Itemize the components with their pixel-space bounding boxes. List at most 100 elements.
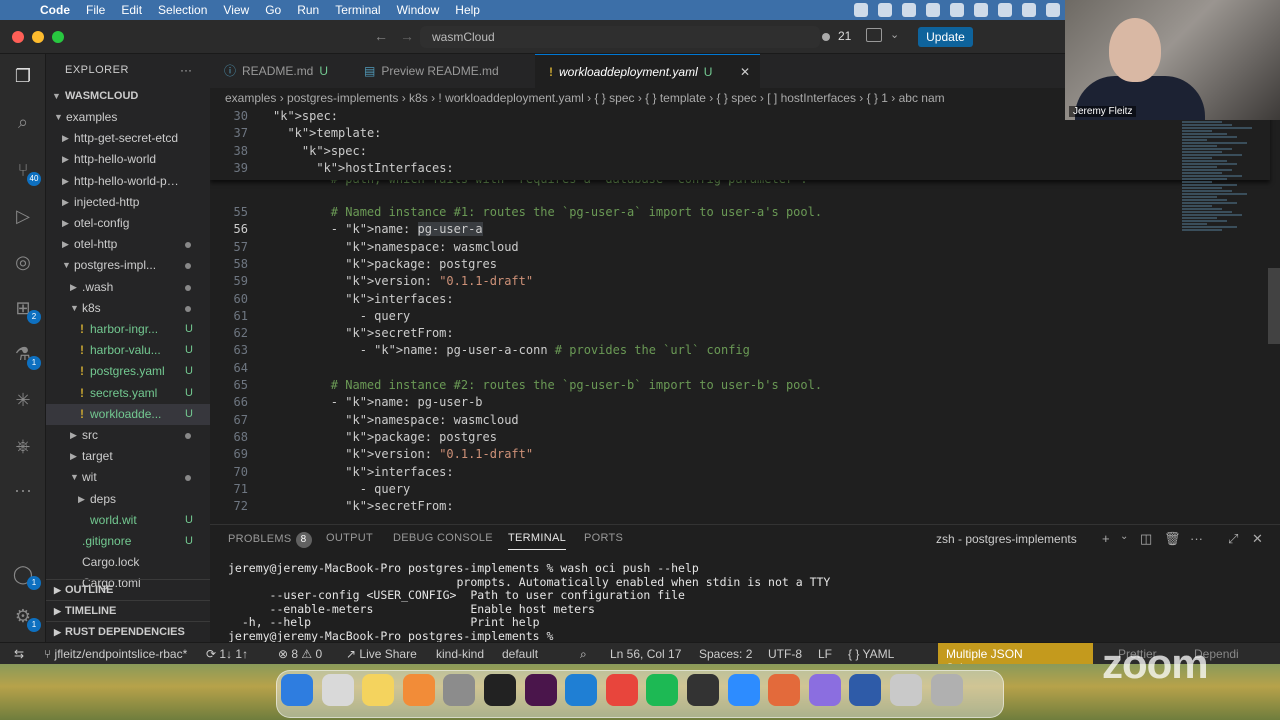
tree-folder-item[interactable]: ▶ deps (46, 489, 210, 510)
search-icon[interactable]: ⌕ (11, 110, 35, 134)
zoom-window-button[interactable] (52, 31, 64, 43)
tree-folder-item[interactable]: ▼ k8s (46, 298, 210, 319)
code-editor[interactable]: # path, which fails with `requires a 'da… (210, 108, 1280, 524)
tray-icon[interactable] (950, 3, 964, 17)
tree-folder-item[interactable]: ▶ otel-config (46, 213, 210, 234)
manage-gear-icon[interactable]: ⚙ 1 (11, 604, 41, 632)
extensions-icon[interactable]: ⊞ 2 (11, 296, 41, 324)
source-control-icon[interactable]: ⑂ 40 (11, 158, 41, 186)
tray-icon[interactable] (854, 3, 868, 17)
dock-app-launchpad-icon[interactable] (321, 674, 354, 706)
tab-ports[interactable]: PORTS (584, 532, 623, 544)
rust-dependencies-section[interactable]: ▶ RUST DEPENDENCIES (46, 621, 210, 642)
tree-folder-item[interactable]: ▼ postgres-impl... (46, 255, 210, 276)
close-panel-icon[interactable]: ✕ (1252, 531, 1263, 547)
tree-folder-item[interactable]: ▶ injected-http (46, 192, 210, 213)
tree-file-item[interactable]: ! harbor-valu... U (46, 340, 210, 361)
language-mode[interactable]: { } YAML (848, 647, 894, 661)
chevron-down-icon[interactable]: ⌄ (890, 28, 899, 41)
eol-indicator[interactable]: LF (818, 647, 832, 661)
indentation-indicator[interactable]: Spaces: 2 (699, 647, 752, 661)
cursor-position[interactable]: Ln 56, Col 17 (610, 647, 681, 661)
dock-app-grid-icon[interactable] (687, 674, 719, 706)
dock-app-chrome-icon[interactable] (605, 674, 638, 706)
tree-folder-item[interactable]: world.wit U (46, 510, 210, 531)
tray-icon[interactable] (1022, 3, 1036, 17)
chevron-down-icon[interactable]: ⌄ (1120, 531, 1128, 542)
menu-window[interactable]: Window (397, 3, 440, 17)
menu-file[interactable]: File (86, 3, 105, 17)
dock-app-photos-icon[interactable] (402, 674, 435, 706)
tray-icon[interactable] (998, 3, 1012, 17)
dock-app-slack-icon[interactable] (524, 674, 557, 706)
more-actions-icon[interactable]: ··· (1190, 531, 1203, 546)
menu-selection[interactable]: Selection (158, 3, 207, 17)
ai-assistant-icon[interactable]: ✳ (11, 388, 35, 412)
tree-file-item[interactable]: ! harbor-ingr... U (46, 319, 210, 340)
problems-indicator[interactable]: ⊗ 8 ⚠ 0 (278, 647, 322, 661)
kube-namespace-indicator[interactable]: default (502, 647, 538, 661)
dock-app-spotify-icon[interactable] (646, 674, 679, 706)
tree-folder-item[interactable]: ▶ http-hello-world-pe... (46, 171, 210, 192)
dock-app-finder-icon[interactable] (281, 674, 313, 706)
tree-folder-item[interactable]: ▶ target (46, 446, 210, 467)
update-button[interactable]: Update (918, 27, 973, 47)
kube-cluster-indicator[interactable]: kind-kind (436, 647, 484, 661)
dock-app-terminal-icon[interactable] (484, 674, 516, 706)
encoding-indicator[interactable]: UTF-8 (768, 647, 802, 661)
tree-file-item[interactable]: ! workloadde... U (46, 403, 210, 425)
new-terminal-plus-icon[interactable]: + (1102, 531, 1110, 546)
close-window-button[interactable] (12, 31, 24, 43)
timeline-section[interactable]: ▶ TIMELINE (46, 600, 210, 621)
menu-terminal[interactable]: Terminal (335, 3, 380, 17)
close-icon[interactable]: ✕ (740, 55, 750, 89)
run-debug-icon[interactable]: ▷ (11, 204, 35, 228)
tree-folder-item[interactable]: Cargo.lock (46, 552, 210, 573)
tree-folder-item[interactable]: ▶ http-get-secret-etcd (46, 128, 210, 149)
notification-count[interactable]: 21 (838, 29, 851, 43)
tray-icon[interactable] (926, 3, 940, 17)
minimap[interactable] (1182, 118, 1252, 258)
accounts-icon[interactable]: ◯ 1 (11, 562, 41, 590)
sync-indicator[interactable]: ⟳ 1↓ 1↑ (206, 647, 248, 661)
tree-folder-item[interactable]: ▼ examples (46, 107, 210, 128)
tree-folder-item[interactable]: ▶ otel-http (46, 234, 210, 255)
remote-indicator-icon[interactable]: ⇆ (14, 647, 24, 661)
breadcrumb[interactable]: examples › postgres-implements › k8s › !… (210, 88, 1065, 108)
dock-app-zoom-icon[interactable] (727, 674, 760, 706)
tree-folder-item[interactable]: ▼ wit (46, 467, 210, 488)
tray-icon[interactable] (974, 3, 988, 17)
editor-scrollbar[interactable] (1268, 268, 1280, 344)
outline-section[interactable]: ▶ OUTLINE (46, 579, 210, 600)
kubernetes-icon[interactable]: ⎈ (11, 434, 35, 458)
tab-terminal[interactable]: TERMINAL (508, 532, 567, 550)
dock-app-notes-icon[interactable] (362, 674, 395, 706)
tab-workloaddeployment[interactable]: ! workloaddeployment.yaml U ✕ (535, 54, 760, 88)
workspace-root[interactable]: ▼ WASMCLOUD (46, 86, 210, 107)
tree-folder-item[interactable]: ▶ src (46, 425, 210, 446)
layout-icon[interactable] (866, 28, 882, 42)
dock-app-claude-icon[interactable] (768, 674, 801, 706)
zoom-search-icon[interactable]: ⌕ (580, 647, 587, 662)
tree-file-item[interactable]: ! secrets.yaml U (46, 383, 210, 404)
tree-folder-item[interactable]: ▶ http-hello-world (46, 149, 210, 170)
dock-app-podman-icon[interactable] (808, 674, 841, 706)
tab-debug-console[interactable]: DEBUG CONSOLE (393, 532, 493, 544)
remote-explorer-icon[interactable]: ◎ (11, 250, 35, 274)
menu-go[interactable]: Go (265, 3, 281, 17)
tree-folder-item[interactable]: ▶ .wash (46, 277, 210, 298)
trash-icon[interactable]: 🗑 (1164, 531, 1181, 547)
more-views-icon[interactable]: ··· (11, 478, 35, 502)
dock-app-webex-icon[interactable] (849, 674, 882, 706)
tab-problems[interactable]: PROBLEMS 8 (228, 532, 312, 548)
json-schema-warning[interactable]: Multiple JSON Schemas... (938, 643, 1093, 675)
minimize-window-button[interactable] (32, 31, 44, 43)
tab-readme[interactable]: ⓘ README.md U (210, 54, 350, 88)
dock-app-vs-code-icon[interactable] (565, 674, 598, 706)
live-share-button[interactable]: ↗ Live Share (346, 647, 417, 661)
explorer-files-icon[interactable]: ❐ (11, 64, 35, 88)
tray-icon[interactable] (1046, 3, 1060, 17)
testing-icon[interactable]: ⚗ 1 (11, 342, 41, 370)
menu-help[interactable]: Help (455, 3, 480, 17)
menu-app-name[interactable]: Code (40, 3, 70, 17)
